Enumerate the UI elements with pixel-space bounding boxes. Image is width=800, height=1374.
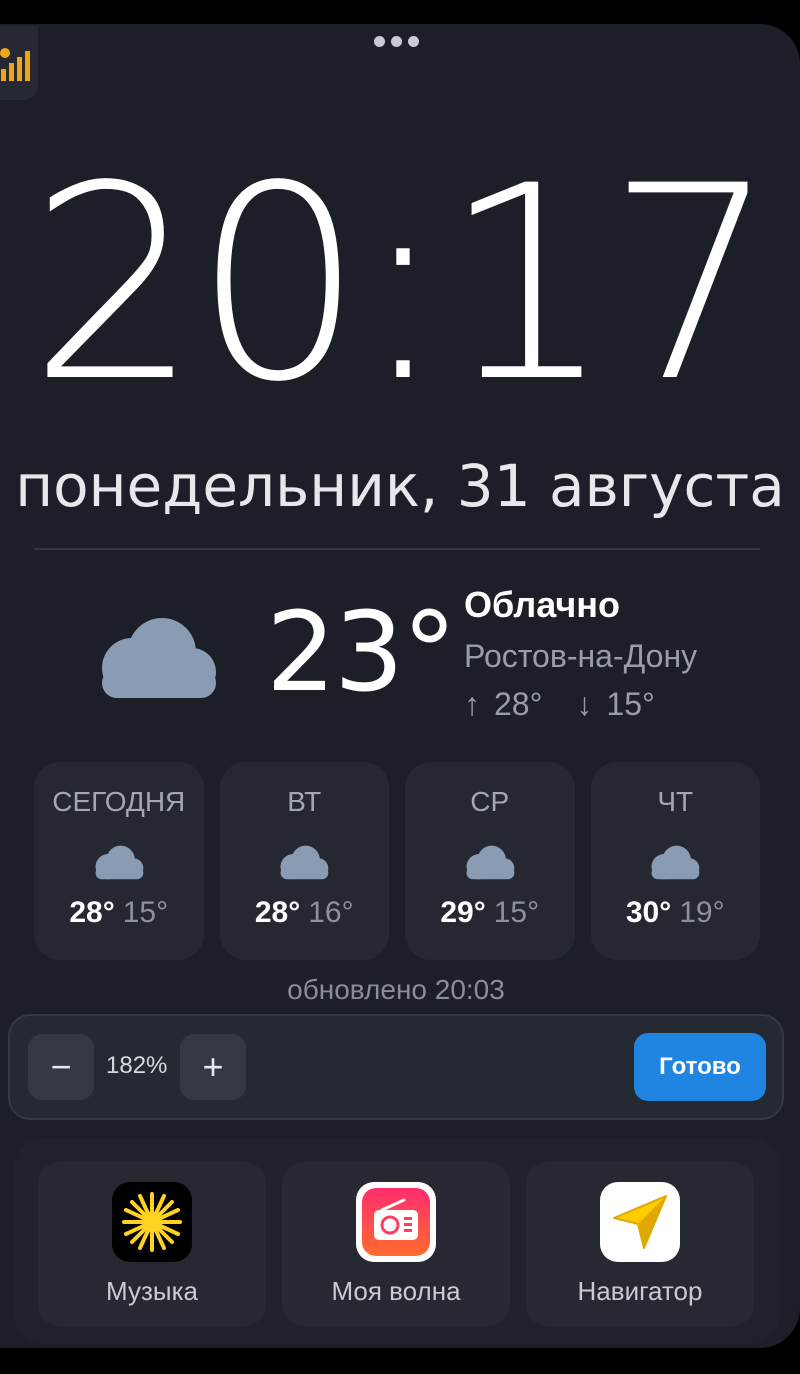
high-temp: ↑ 28° [464,686,543,722]
app-name: Музыка [106,1276,198,1306]
app-name: Навигатор [577,1276,703,1306]
city-name: Ростов-на-Дону [464,638,698,674]
more-options-icon[interactable] [374,36,420,48]
forecast-row: СЕГОДНЯ 28° 15° ВТ 28° 16° СР 29° 15° ЧТ 30… [34,762,760,960]
app-music[interactable]: Музыка [38,1162,266,1326]
forecast-day-label: ЧТ [657,786,694,817]
forecast-day[interactable]: ЧТ 30° 19° [590,762,760,960]
clock-date: понедельник, 31 августа [15,452,785,520]
zoom-level: 182% [106,1052,168,1079]
app-dock: Музыка Моя волна Навигатор [14,1138,780,1344]
forecast-high: 28° [254,896,301,929]
app-corner-tab[interactable] [0,26,38,100]
forecast-low: 15° [493,896,540,929]
zoom-in-button[interactable]: + [180,1034,246,1100]
music-star-icon [112,1182,192,1262]
updated-timestamp: обновлено 20:03 [287,974,505,1005]
arrow-up-icon: ↑ [464,686,480,722]
forecast-low: 16° [308,896,354,929]
arrow-down-icon: ↓ [576,686,593,722]
forecast-day[interactable]: СЕГОДНЯ 28° 15° [34,762,204,960]
forecast-day-label: СЕГОДНЯ [52,786,186,817]
forecast-high: 29° [440,896,486,929]
cloud-icon [651,845,700,880]
app-name: Моя волна [331,1276,461,1306]
forecast-day[interactable]: ВТ 28° 16° [219,762,389,960]
signal-bars-icon [0,48,30,81]
forecast-day-label: СР [470,786,510,817]
zoom-toolbar: − 182% + Готово [8,1014,784,1120]
radio-icon [356,1182,436,1262]
cloud-icon [95,845,144,880]
forecast-day-label: ВТ [287,786,322,817]
cloud-icon [280,845,329,880]
zoom-out-button[interactable]: − [28,1034,94,1100]
app-my-wave[interactable]: Моя волна [282,1162,510,1326]
weather-condition: Облачно [464,584,620,625]
clock-time: 20:17 [28,129,777,441]
forecast-high: 28° [69,896,115,929]
forecast-day[interactable]: СР 29° 15° [405,762,575,960]
high-low-temps: ↑ 28° ↓ 15° [464,686,655,723]
current-temperature: 23° [266,588,457,716]
low-temp: ↓ 15° [576,686,655,722]
navigator-arrow-icon [600,1182,680,1262]
forecast-low: 19° [679,896,725,929]
app-navigator[interactable]: Навигатор [526,1162,754,1326]
forecast-high: 30° [625,896,672,929]
forecast-low: 15° [122,896,169,929]
divider [34,548,760,550]
cloud-icon [466,845,515,880]
done-button[interactable]: Готово [634,1033,766,1101]
cloud-icon [102,618,216,698]
